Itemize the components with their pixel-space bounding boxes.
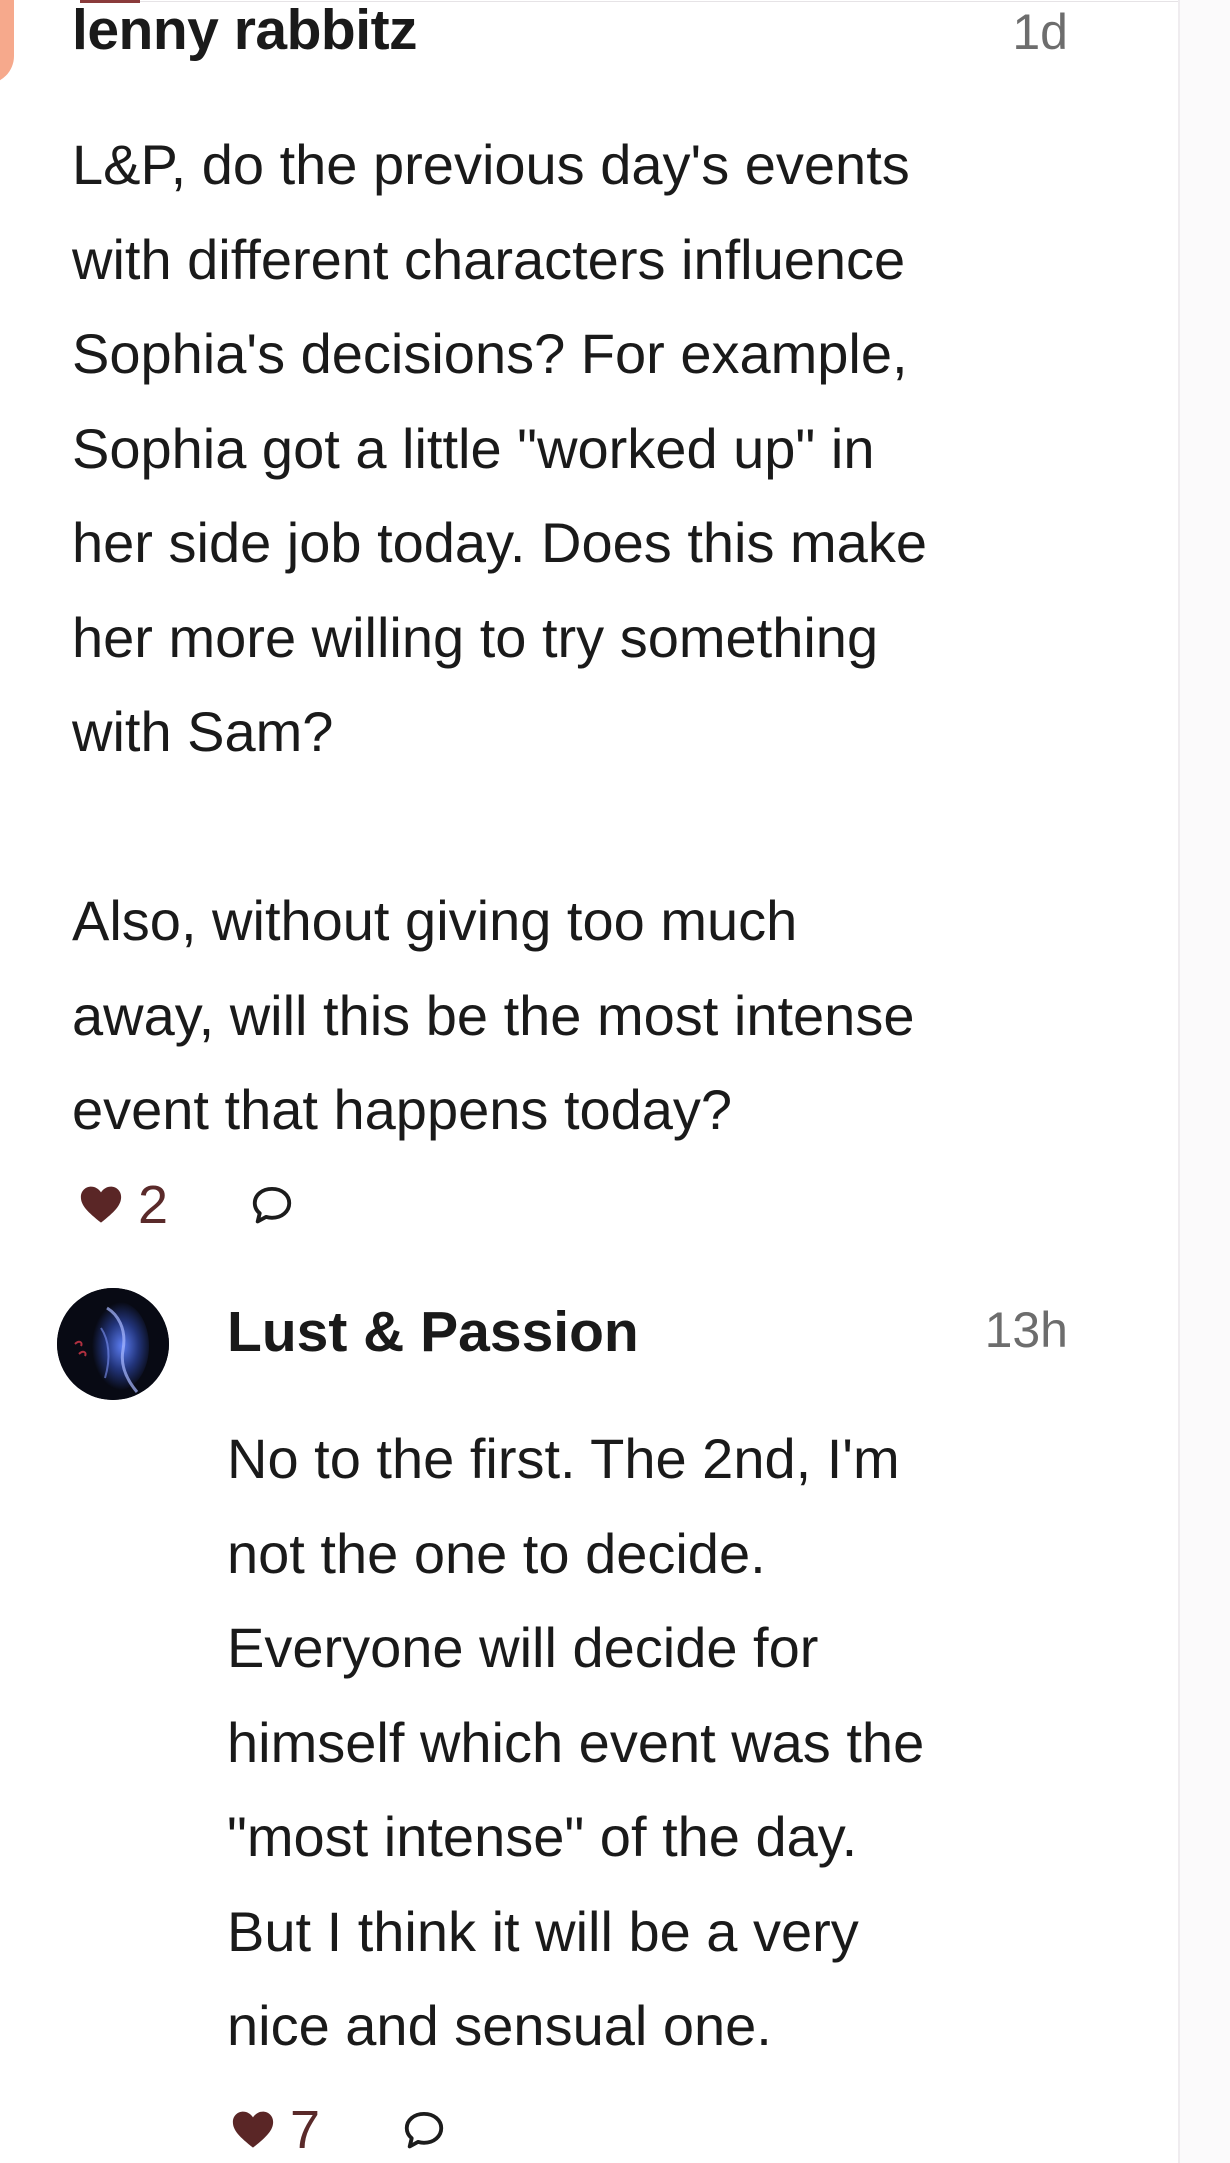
comment-paragraph: L&P, do the previous day's events with d… <box>72 133 927 763</box>
reply-paragraph: No to the first. The 2nd, I'm not the on… <box>227 1427 925 2057</box>
like-button[interactable]: 7 <box>230 2100 320 2160</box>
comment-body: L&P, do the previous day's events with d… <box>72 118 1092 1158</box>
reply-author[interactable]: Lust & Passion <box>227 1296 639 1368</box>
reply-actions: 7 <box>230 2100 446 2160</box>
comment-thread: lenny rabbitz 1d L&P, do the previous da… <box>0 0 1178 2163</box>
like-count: 2 <box>138 1175 169 1235</box>
like-count: 7 <box>290 2100 321 2160</box>
comment-author[interactable]: lenny rabbitz <box>72 0 418 66</box>
comment-actions: 2 <box>78 1175 294 1235</box>
author-avatar[interactable] <box>57 1288 169 1400</box>
speech-bubble-icon[interactable] <box>250 1183 294 1227</box>
heart-icon <box>232 2111 274 2148</box>
speech-bubble-icon[interactable] <box>402 2108 446 2152</box>
author-avatar-image <box>57 1288 169 1400</box>
reply-body: No to the first. The 2nd, I'm not the on… <box>227 1412 1097 2074</box>
like-button[interactable]: 2 <box>78 1175 168 1235</box>
side-scroll-rail <box>1178 0 1230 2163</box>
comment-timestamp: 1d <box>1012 4 1068 60</box>
comment-paragraph: Also, without giving too much away, will… <box>72 889 915 1141</box>
heart-icon <box>80 1186 122 1223</box>
user-avatar[interactable] <box>0 0 14 84</box>
reply-timestamp: 13h <box>984 1302 1068 1358</box>
